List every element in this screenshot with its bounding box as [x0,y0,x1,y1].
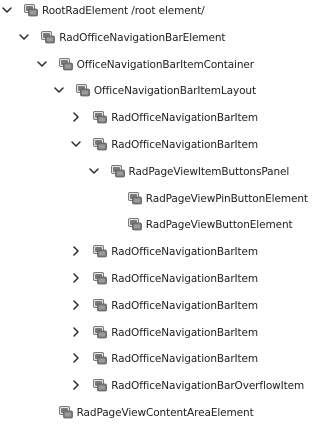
tree-node[interactable]: RadPageViewContentAreaElement [0,403,323,423]
chevron-right-icon[interactable] [70,378,82,392]
chevron-right-icon[interactable] [70,351,82,365]
element-icon [75,83,90,97]
element-icon [127,191,142,205]
tree-node-label: RadPageViewButtonElement [145,219,293,232]
element-icon [93,378,108,392]
tree-node-label: RadOfficeNavigationBarItem [111,326,259,339]
element-icon [93,351,108,365]
tree-node[interactable]: RadOfficeNavigationBarItem [0,296,323,316]
tree-node-label: OfficeNavigationBarItemLayout [93,85,256,98]
chevron-down-icon[interactable] [1,3,13,17]
tree-node[interactable]: RadOfficeNavigationBarItem [0,269,323,289]
tree-node[interactable]: RootRadElement /root element/ [0,1,323,21]
tree-node[interactable]: RadOfficeNavigationBarItem [0,349,323,369]
tree-node-label: RadOfficeNavigationBarElement [59,31,226,44]
element-icon [41,30,56,44]
tree-node-label: RootRadElement /root element/ [42,5,205,17]
chevron-right-icon[interactable] [70,271,82,285]
element-icon [58,405,73,419]
chevron-down-icon[interactable] [70,137,82,151]
element-icon [110,164,125,178]
tree-node[interactable]: OfficeNavigationBarItemContainer [0,55,323,75]
chevron-right-icon[interactable] [70,298,82,312]
chevron-right-icon[interactable] [70,325,82,339]
tree-node[interactable]: RadOfficeNavigationBarOverflowItem [0,376,323,396]
tree-node[interactable]: OfficeNavigationBarItemLayout [0,81,323,101]
chevron-down-icon[interactable] [36,57,48,71]
element-icon [93,298,108,312]
tree-node[interactable]: RadOfficeNavigationBarElement [0,28,323,48]
tree-node-label: RadOfficeNavigationBarItem [111,299,259,312]
element-icon [93,271,108,285]
chevron-down-icon[interactable] [88,164,100,178]
chevron-down-icon[interactable] [18,30,30,44]
tree-node-label: RadOfficeNavigationBarItem [111,246,259,259]
tree-node-label: RadOfficeNavigationBarItem [111,112,259,125]
tree-node[interactable]: RadOfficeNavigationBarItem [0,242,323,262]
element-tree: RootRadElement /root element/RadOfficeNa… [0,0,323,432]
tree-node-label: RadOfficeNavigationBarItem [111,273,259,285]
element-icon [24,3,38,17]
tree-node-label: RadPageViewItemButtonsPanel [128,165,290,178]
element-icon [93,110,108,124]
tree-node[interactable]: RadOfficeNavigationBarItem [0,108,323,128]
tree-node[interactable]: RadPageViewPinButtonElement [0,189,323,209]
tree-node-label: RadOfficeNavigationBarOverflowItem [111,380,305,393]
chevron-down-icon[interactable] [53,83,65,97]
tree-node-label: RadPageViewContentAreaElement [76,407,254,419]
tree-node-label: RadOfficeNavigationBarItem [111,139,259,151]
tree-node-label: RadOfficeNavigationBarItem [111,353,259,366]
chevron-right-icon[interactable] [70,244,82,258]
tree-node[interactable]: RadPageViewItemButtonsPanel [0,162,323,182]
element-icon [58,57,73,71]
chevron-right-icon[interactable] [70,110,82,124]
element-icon [127,217,142,231]
element-icon [93,137,108,151]
tree-node[interactable]: RadOfficeNavigationBarItem [0,323,323,343]
tree-node[interactable]: RadPageViewButtonElement [0,215,323,235]
tree-node[interactable]: RadOfficeNavigationBarItem [0,135,323,155]
element-icon [93,325,108,339]
tree-node-label: RadPageViewPinButtonElement [145,192,308,205]
element-icon [93,244,108,258]
tree-node-label: OfficeNavigationBarItemContainer [76,58,255,71]
